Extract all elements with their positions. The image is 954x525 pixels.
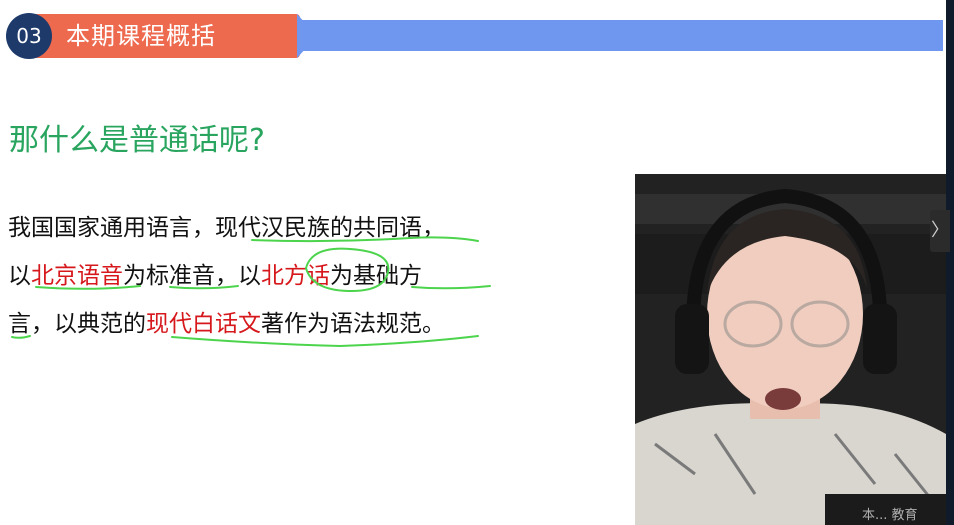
body-line-2: 以北京语音为标准音，以北方话为基础方 — [8, 252, 568, 300]
chevron-right-icon[interactable]: 〉 — [930, 210, 950, 252]
question-heading: 那什么是普通话呢? — [9, 123, 265, 158]
body-line-3: 言，以典范的现代白话文著作为语法规范。 — [8, 300, 568, 348]
highlight-modern-vernacular: 现代白话文 — [146, 311, 261, 337]
highlight-beijing-pronunciation: 北京语音 — [31, 263, 123, 289]
body-line-1-text: 我国国家通用语言，现代汉民族的共同语， — [8, 215, 445, 241]
right-edge-bar — [946, 0, 954, 525]
body-line-1: 我国国家通用语言，现代汉民族的共同语， — [8, 204, 568, 252]
section-number-badge: 03 — [6, 13, 52, 59]
watermark-text: 本... 教育 — [862, 508, 918, 523]
webcam-video — [635, 174, 946, 525]
section-title: 本期课程概括 — [66, 22, 216, 50]
presenter-video-frame — [635, 174, 946, 525]
body-line-3-text-a: 言，以典范的 — [8, 311, 146, 337]
body-line-3-text-b: 著作为语法规范。 — [261, 311, 445, 337]
header-band — [300, 20, 943, 51]
body-line-2-text-a: 以 — [8, 263, 31, 289]
body-paragraph: 我国国家通用语言，现代汉民族的共同语， 以北京语音为标准音，以北方话为基础方 言… — [8, 204, 568, 348]
body-line-2-text-c: 为基础方 — [330, 263, 422, 289]
slide: 03 本期课程概括 那什么是普通话呢? 我国国家通用语言，现代汉民族的共同语， … — [0, 0, 954, 525]
body-line-2-text-b: 为标准音，以 — [123, 263, 261, 289]
highlight-northern-dialect: 北方话 — [261, 263, 330, 289]
